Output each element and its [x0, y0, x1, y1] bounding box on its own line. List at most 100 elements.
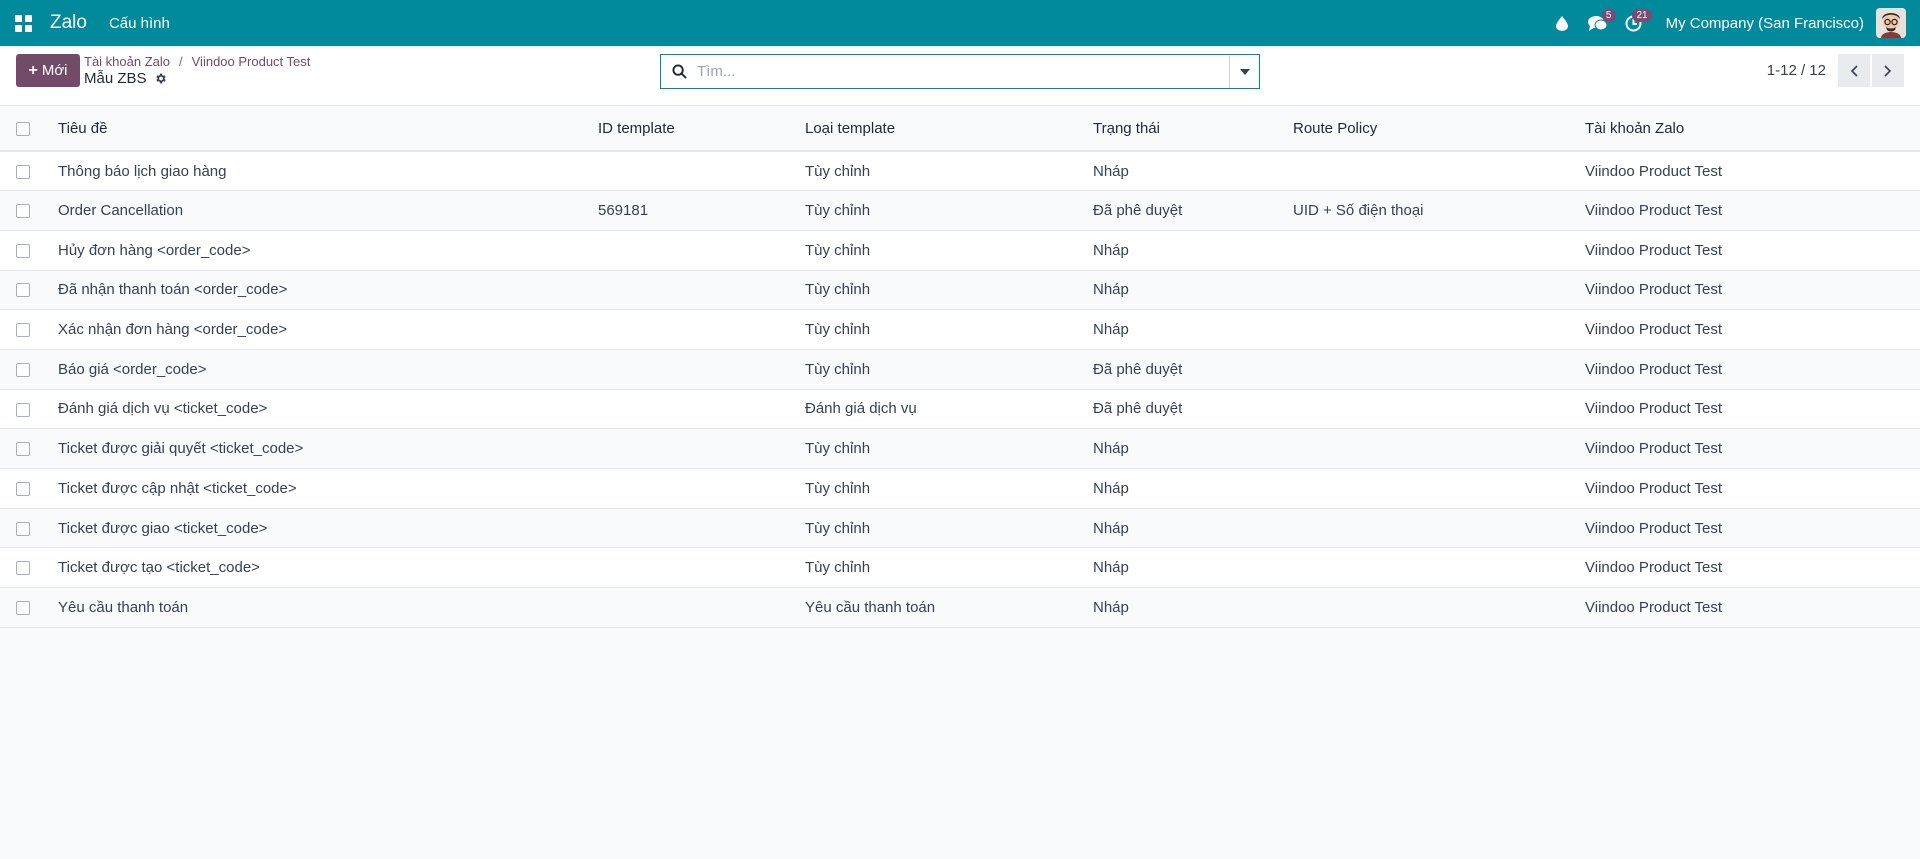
cell-template-id [598, 548, 805, 588]
user-avatar[interactable] [1876, 8, 1906, 38]
cell-state: Nháp [1093, 241, 1129, 259]
table-row[interactable]: Hủy đơn hàng <order_code> Tùy chỉnh Nháp Vi… [0, 230, 1920, 271]
cell-template-id [598, 230, 805, 270]
page-title: Mẫu ZBS [84, 70, 167, 87]
table-row[interactable]: Ticket được tạo <ticket_code> Tùy chỉnh Nh… [0, 547, 1920, 588]
cell-title: Báo giá <order_code> [58, 360, 207, 378]
column-header-route-policy[interactable]: Route Policy [1293, 106, 1585, 152]
cell-template-type: Tùy chỉnh [805, 360, 871, 378]
cell-zalo-account: Viindoo Product Test [1585, 241, 1723, 259]
search-options-toggle[interactable] [1229, 55, 1259, 88]
row-checkbox[interactable] [16, 442, 30, 457]
cell-template-id [598, 270, 805, 310]
row-checkbox[interactable] [16, 362, 30, 377]
cell-template-id [598, 389, 805, 429]
column-header-state[interactable]: Trạng thái [1093, 106, 1293, 152]
row-checkbox[interactable] [16, 600, 30, 615]
table-row[interactable]: Ticket được giao <ticket_code> Tùy chỉnh N… [0, 508, 1920, 548]
table-row[interactable]: Thông báo lịch giao hàng Tùy chỉnh Nháp Vii… [0, 151, 1920, 191]
list-view: Tiêu đề ID template Loại template Trạng … [0, 106, 1920, 628]
row-select-cell [0, 469, 58, 509]
cell-state: Nháp [1093, 519, 1129, 537]
table-row[interactable]: Order Cancellation 569181 Tùy chỉnh Đã phê … [0, 190, 1920, 231]
cell-zalo-account: Viindoo Product Test [1585, 598, 1723, 616]
row-select-cell [0, 230, 58, 270]
row-checkbox[interactable] [16, 243, 30, 258]
activities-clock-icon[interactable]: 21 [1616, 0, 1652, 46]
column-header-title[interactable]: Tiêu đề [58, 106, 598, 152]
column-header-zalo-account[interactable]: Tài khoản Zalo [1585, 106, 1920, 152]
table-row[interactable]: Đánh giá dịch vụ <ticket_code> Đánh giá d… [0, 389, 1920, 429]
company-switcher[interactable]: My Company (San Francisco) [1666, 15, 1864, 32]
templates-table: Tiêu đề ID template Loại template Trạng … [0, 106, 1920, 628]
row-select-cell [0, 548, 58, 588]
search-icon [661, 64, 697, 79]
cell-state: Nháp [1093, 281, 1129, 299]
gear-icon[interactable] [154, 72, 167, 85]
pager-next-button[interactable] [1872, 54, 1904, 87]
messages-icon[interactable]: 5 [1580, 0, 1616, 46]
cell-state: Nháp [1093, 440, 1129, 458]
cell-state: Nháp [1093, 479, 1129, 497]
new-button[interactable]: + Mới [16, 54, 80, 87]
cell-template-type: Tùy chỉnh [805, 559, 871, 577]
cell-zalo-account: Viindoo Product Test [1585, 281, 1723, 299]
cell-route-policy [1293, 469, 1585, 509]
cell-template-type: Yêu cầu thanh toán [805, 598, 936, 616]
cell-route-policy [1293, 588, 1585, 628]
cell-template-type: Tùy chỉnh [805, 281, 871, 299]
table-row[interactable]: Xác nhận đơn hàng <order_code> Tùy chỉnh N… [0, 309, 1920, 350]
row-checkbox[interactable] [16, 323, 30, 338]
apps-menu-icon[interactable] [0, 0, 46, 46]
pager-value[interactable]: 1-12 / 12 [1767, 62, 1826, 79]
breadcrumb-item-account-name[interactable]: Viindoo Product Test [192, 54, 311, 69]
row-checkbox[interactable] [16, 481, 30, 496]
cell-state: Đã phê duyệt [1093, 360, 1183, 378]
chevron-left-icon [1850, 64, 1858, 77]
row-checkbox[interactable] [16, 521, 30, 536]
cell-state: Nháp [1093, 598, 1129, 616]
pager-previous-button[interactable] [1838, 54, 1870, 87]
breadcrumb-item-zalo-account[interactable]: Tài khoản Zalo [84, 54, 170, 69]
table-row[interactable]: Ticket được giải quyết <ticket_code> Tùy … [0, 428, 1920, 469]
select-all-checkbox[interactable] [16, 121, 30, 136]
cell-title: Ticket được giao <ticket_code> [58, 519, 268, 537]
table-row[interactable]: Đã nhận thanh toán <order_code> Tùy chỉnh… [0, 270, 1920, 310]
cell-zalo-account: Viindoo Product Test [1585, 519, 1723, 537]
menu-configuration[interactable]: Cấu hình [109, 15, 170, 32]
activities-badge: 21 [1632, 9, 1652, 22]
drop-icon[interactable] [1544, 0, 1580, 46]
plus-icon: + [28, 61, 38, 79]
row-checkbox[interactable] [16, 283, 30, 298]
page-title-text: Mẫu ZBS [84, 70, 147, 87]
new-button-label: Mới [41, 62, 68, 79]
cell-title: Xác nhận đơn hàng <order_code> [58, 321, 288, 339]
cell-template-id [598, 349, 805, 389]
cell-template-id: 569181 [598, 202, 649, 220]
column-header-template-id[interactable]: ID template [598, 106, 805, 152]
row-select-cell [0, 389, 58, 429]
cell-template-id [598, 508, 805, 548]
row-checkbox[interactable] [16, 402, 30, 417]
select-all-cell [0, 106, 58, 152]
column-header-template-type[interactable]: Loại template [805, 106, 1093, 152]
table-body: Thông báo lịch giao hàng Tùy chỉnh Nháp Vii… [0, 151, 1920, 628]
row-select-cell [0, 191, 58, 231]
cell-zalo-account: Viindoo Product Test [1585, 440, 1723, 458]
row-checkbox[interactable] [16, 204, 30, 219]
cell-route-policy [1293, 349, 1585, 389]
cell-route-policy [1293, 270, 1585, 310]
row-checkbox[interactable] [16, 561, 30, 576]
cell-zalo-account: Viindoo Product Test [1585, 479, 1723, 497]
cell-template-id [598, 429, 805, 469]
table-row[interactable]: Ticket được cập nhật <ticket_code> Tùy ch… [0, 468, 1920, 509]
row-checkbox[interactable] [16, 164, 30, 179]
search-input[interactable] [697, 56, 1229, 87]
table-row[interactable]: Yêu cầu thanh toán Yêu cầu thanh toán Nháp… [0, 587, 1920, 628]
table-row[interactable]: Báo giá <order_code> Tùy chỉnh Đã phê duyệ… [0, 349, 1920, 390]
app-brand[interactable]: Zalo [50, 12, 87, 34]
cell-zalo-account: Viindoo Product Test [1585, 202, 1723, 220]
cell-state: Nháp [1093, 162, 1129, 180]
top-navbar: Zalo Cấu hình 5 21 My Company (San Franc… [0, 0, 1920, 46]
cell-route-policy [1293, 548, 1585, 588]
